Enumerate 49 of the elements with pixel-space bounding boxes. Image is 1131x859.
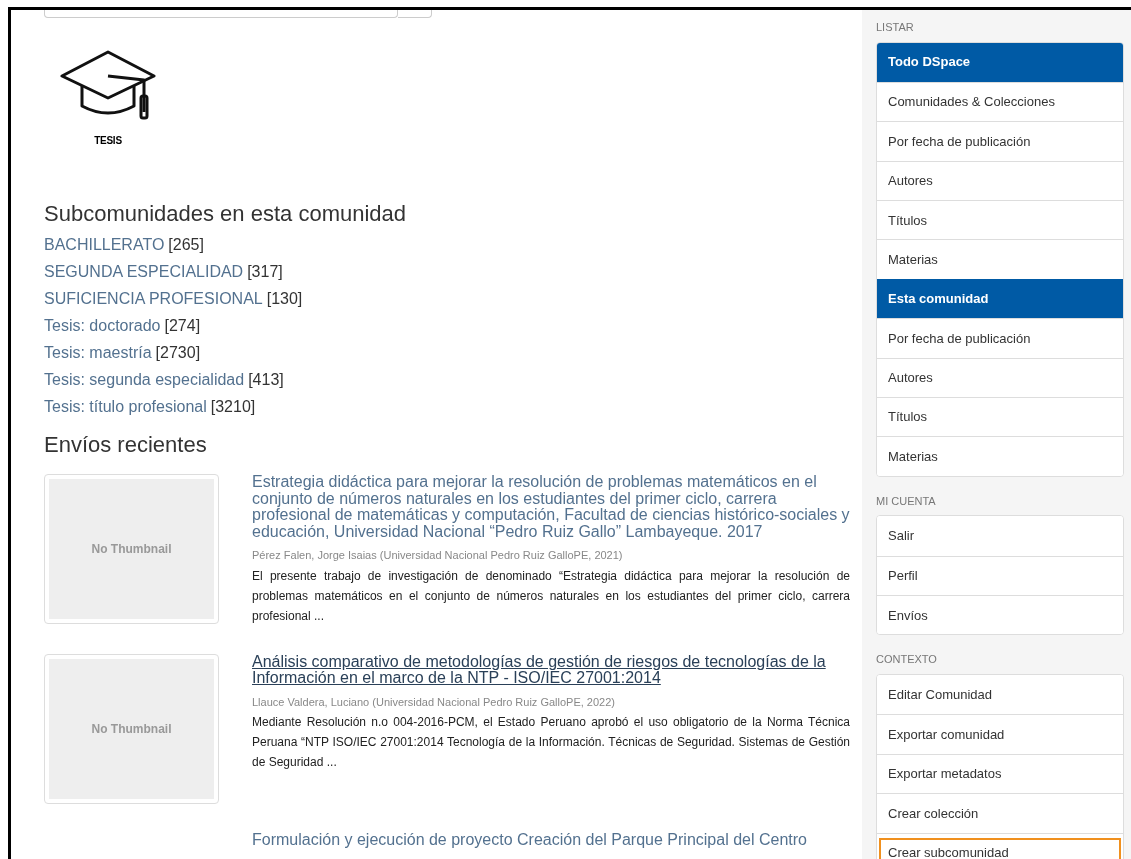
item-abstract: Mediante Resolución n.o 004-2016-PCM, el Estado Peruano aprobó el uso obligatorio de la Norma Técnica Peruana “NTP ISO/IEC 27001:2014 Tecnología de la Información. Técnicas de Seguridad. Sistemas de Gestión de Seguridad ... [252,714,850,771]
thumbnail-placeholder: No Thumbnail [91,541,172,558]
section-heading: Subcomunidades en esta comunidad [44,201,408,227]
item-title[interactable]: Estrategia didáctica para mejorar la resolución de problemas matemáticos en el conjunto de números naturales en los estudiantes del primer ciclo, carrera profesional de matemáticas y computación, Facultad de ciencias histórico-sociales y educación, Universidad Nacional “Pedro Ruiz Gallo” Lambayeque. 2017 [252,474,850,540]
item-count: [2730] [155,342,201,363]
item-count: [317] [247,261,283,282]
sidebar-link[interactable]: Por fecha de publicación [881,325,1119,351]
sidebar-link[interactable]: Por fecha de publicación [881,128,1119,154]
subcommunity-link[interactable]: Tesis: maestría [44,340,152,365]
subcommunity-link[interactable]: Tesis: segunda especialidad [44,367,245,392]
sidebar-link[interactable]: Materias [881,247,1119,273]
item-count: [265] [168,234,204,255]
search-field[interactable] [44,10,398,18]
sidebar-section-label: CONTEXTO [876,652,938,668]
graduation-cap-icon [60,50,156,122]
subcommunity-link[interactable]: BACHILLERATO [44,232,165,257]
item-count: [3210] [210,396,256,417]
item-abstract: El presente trabajo de investigación de denominado “Estrategia didáctica para mejorar la resolución de problemas matemáticos en el conjunto de números naturales en los estudiantes del primer ciclo, carrera profesional ... [252,567,850,625]
item-author: Pérez Falen, Jorge Isaias (Universidad Nacional Pedro Ruiz GalloPE, 2021) [252,548,624,563]
subcommunity-link[interactable]: SUFICIENCIA PROFESIONAL [44,286,263,311]
search-button[interactable] [398,10,432,18]
section-heading: Envíos recientes [44,432,208,458]
sidebar-link[interactable]: Editar Comunidad [881,682,1119,708]
subcommunity-link[interactable]: SEGUNDA ESPECIALIDAD [44,259,244,284]
item-title[interactable]: Análisis comparativo de metodologías de gestión de riesgos de tecnologías de la Información en el marco de la NTP - ISO/IEC 27001:2014 [252,653,850,687]
sidebar-link[interactable]: Autores [881,365,1119,391]
sidebar-link[interactable]: Perfil [881,563,1119,589]
subcommunity-link[interactable]: Tesis: título profesional [44,394,207,419]
sidebar-link[interactable]: Salir [881,523,1119,549]
sidebar-link[interactable]: Títulos [881,207,1119,233]
sidebar-link[interactable]: Autores [881,168,1119,194]
item-title[interactable]: Formulación y ejecución de proyecto Creación del Parque Principal del Centro [252,831,850,848]
sidebar-link[interactable]: Envíos [881,602,1119,628]
sidebar-section-label: LISTAR [876,20,915,35]
sidebar-link[interactable]: Materias [881,444,1119,470]
sidebar-link[interactable]: Comunidades & Colecciones [881,89,1119,115]
item-count: [413] [248,369,284,390]
logo-caption: TESIS [94,134,122,148]
item-count: [274] [164,315,201,336]
sidebar-link[interactable]: Crear subcomunidad [881,840,1119,859]
thumbnail-placeholder: No Thumbnail [91,720,172,738]
sidebar-link[interactable]: Crear colección [881,800,1119,826]
sidebar-link[interactable]: Títulos [881,404,1119,430]
sidebar-section-label: MI CUENTA [876,493,937,509]
subcommunity-link[interactable]: Tesis: doctorado [44,313,161,338]
sidebar-link[interactable]: Exportar comunidad [881,722,1119,748]
item-author: Llauce Valdera, Luciano (Universidad Nacional Pedro Ruiz GalloPE, 2022) [252,694,616,710]
item-count: [130] [266,288,303,309]
sidebar-link[interactable]: Exportar metadatos [881,761,1119,787]
